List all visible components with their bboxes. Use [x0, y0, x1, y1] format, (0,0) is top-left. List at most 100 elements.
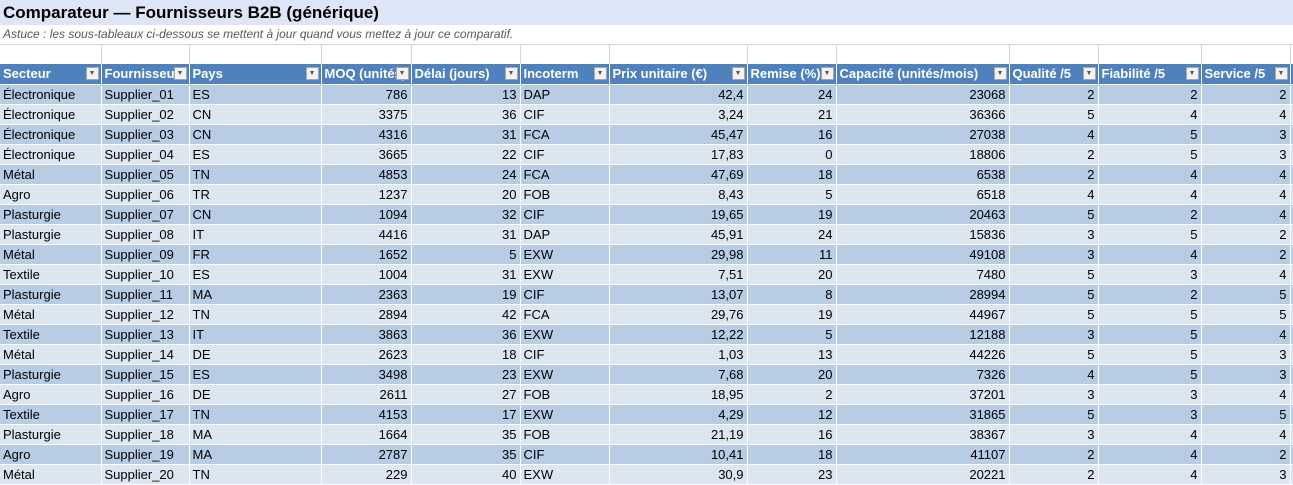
table-cell[interactable]: TR	[189, 184, 322, 205]
table-cell[interactable]: 5	[1009, 304, 1099, 325]
table-cell[interactable]: CN	[189, 104, 322, 125]
table-cell[interactable]: 2	[1009, 464, 1099, 485]
table-cell[interactable]: 45,91	[609, 224, 748, 245]
table-cell[interactable]: 31	[411, 224, 521, 245]
table-cell[interactable]: 17,83	[609, 144, 748, 165]
table-cell[interactable]: ES	[189, 144, 322, 165]
table-cell[interactable]: FOB	[520, 384, 610, 405]
table-cell[interactable]: 5	[1098, 344, 1202, 365]
table-cell[interactable]: CIF	[520, 144, 610, 165]
table-cell[interactable]: 5	[1009, 264, 1099, 285]
table-cell[interactable]: Électronique	[0, 124, 102, 145]
table-cell[interactable]: EXW	[520, 264, 610, 285]
table-cell[interactable]: CIF	[520, 104, 610, 125]
table-cell[interactable]: Supplier_18	[101, 424, 190, 445]
table-cell[interactable]: 45,47	[609, 124, 748, 145]
table-cell[interactable]: Supplier_20	[101, 464, 190, 485]
table-cell[interactable]: 2611	[321, 384, 412, 405]
table-cell[interactable]: 40	[411, 464, 521, 485]
table-cell[interactable]: 4	[1201, 184, 1291, 205]
table-cell[interactable]: EXW	[520, 244, 610, 265]
table-cell[interactable]: 2	[1009, 144, 1099, 165]
table-cell[interactable]: 4	[1009, 184, 1099, 205]
table-cell[interactable]: 4	[1098, 104, 1202, 125]
table-cell[interactable]: 7480	[836, 264, 1010, 285]
table-cell[interactable]: 5	[1098, 124, 1202, 145]
table-cell[interactable]: 1652	[321, 244, 412, 265]
filter-dropdown-icon[interactable]: ▼	[731, 67, 745, 80]
table-cell[interactable]: TN	[189, 464, 322, 485]
table-cell[interactable]: 7326	[836, 364, 1010, 385]
table-cell[interactable]: 3	[1201, 124, 1291, 145]
table-cell[interactable]: 2	[1009, 444, 1099, 465]
table-cell[interactable]: Supplier_08	[101, 224, 190, 245]
table-cell[interactable]: 3	[1098, 264, 1202, 285]
table-cell[interactable]: FOB	[520, 184, 610, 205]
table-cell[interactable]: 18,95	[609, 384, 748, 405]
table-cell[interactable]: Textile	[0, 324, 102, 345]
table-cell[interactable]: 18806	[836, 144, 1010, 165]
table-cell[interactable]: 32	[411, 204, 521, 225]
table-cell[interactable]: 6538	[836, 164, 1010, 185]
filter-dropdown-icon[interactable]: ▼	[1274, 67, 1288, 80]
table-cell[interactable]: FR	[189, 244, 322, 265]
table-cell[interactable]: FOB	[520, 424, 610, 445]
table-cell[interactable]: EXW	[520, 364, 610, 385]
table-cell[interactable]: 5	[1098, 364, 1202, 385]
table-cell[interactable]: 3863	[321, 324, 412, 345]
table-cell[interactable]: 29,98	[609, 244, 748, 265]
table-cell[interactable]: TN	[189, 404, 322, 425]
table-cell[interactable]: 5	[1098, 324, 1202, 345]
table-cell[interactable]: 4	[1201, 204, 1291, 225]
table-cell[interactable]: 12,22	[609, 324, 748, 345]
table-cell[interactable]: Supplier_07	[101, 204, 190, 225]
table-cell[interactable]: 5	[1201, 304, 1291, 325]
table-cell[interactable]: 5	[1201, 404, 1291, 425]
table-cell[interactable]: 3665	[321, 144, 412, 165]
table-cell[interactable]: Supplier_03	[101, 124, 190, 145]
filter-dropdown-icon[interactable]: ▼	[820, 67, 834, 80]
table-cell[interactable]: 20463	[836, 204, 1010, 225]
table-cell[interactable]: DE	[189, 384, 322, 405]
table-cell[interactable]: 42	[411, 304, 521, 325]
table-cell[interactable]: 24	[411, 164, 521, 185]
table-cell[interactable]: 17	[411, 404, 521, 425]
table-cell[interactable]: Métal	[0, 304, 102, 325]
table-cell[interactable]: ES	[189, 264, 322, 285]
filter-dropdown-icon[interactable]: ▼	[993, 67, 1007, 80]
table-cell[interactable]: 4	[1098, 424, 1202, 445]
table-cell[interactable]: FCA	[520, 124, 610, 145]
table-cell[interactable]: Métal	[0, 464, 102, 485]
table-cell[interactable]: 20	[747, 264, 837, 285]
table-cell[interactable]: 4	[1098, 464, 1202, 485]
table-cell[interactable]: CIF	[520, 284, 610, 305]
table-cell[interactable]: 5	[1098, 224, 1202, 245]
table-cell[interactable]: 4	[1098, 244, 1202, 265]
table-cell[interactable]: 4	[1098, 184, 1202, 205]
table-cell[interactable]: 0	[747, 144, 837, 165]
table-cell[interactable]: DE	[189, 344, 322, 365]
table-cell[interactable]: Supplier_06	[101, 184, 190, 205]
table-cell[interactable]: Supplier_04	[101, 144, 190, 165]
table-cell[interactable]: 44967	[836, 304, 1010, 325]
table-cell[interactable]: 2	[1098, 204, 1202, 225]
table-cell[interactable]: 5	[411, 244, 521, 265]
table-cell[interactable]: 21,19	[609, 424, 748, 445]
table-cell[interactable]: 5	[1009, 204, 1099, 225]
table-cell[interactable]: Supplier_13	[101, 324, 190, 345]
table-cell[interactable]: 18	[411, 344, 521, 365]
table-cell[interactable]: 29,76	[609, 304, 748, 325]
table-cell[interactable]: 8	[747, 284, 837, 305]
table-cell[interactable]: 4	[1009, 124, 1099, 145]
table-cell[interactable]: 7,51	[609, 264, 748, 285]
table-cell[interactable]: 2894	[321, 304, 412, 325]
table-cell[interactable]: 5	[1009, 344, 1099, 365]
table-cell[interactable]: 5	[747, 324, 837, 345]
table-cell[interactable]: 19	[747, 204, 837, 225]
table-cell[interactable]: Métal	[0, 164, 102, 185]
table-cell[interactable]: Plasturgie	[0, 284, 102, 305]
filter-dropdown-icon[interactable]: ▼	[305, 67, 319, 80]
table-cell[interactable]: Textile	[0, 404, 102, 425]
table-cell[interactable]: 10,41	[609, 444, 748, 465]
table-cell[interactable]: 12	[747, 404, 837, 425]
